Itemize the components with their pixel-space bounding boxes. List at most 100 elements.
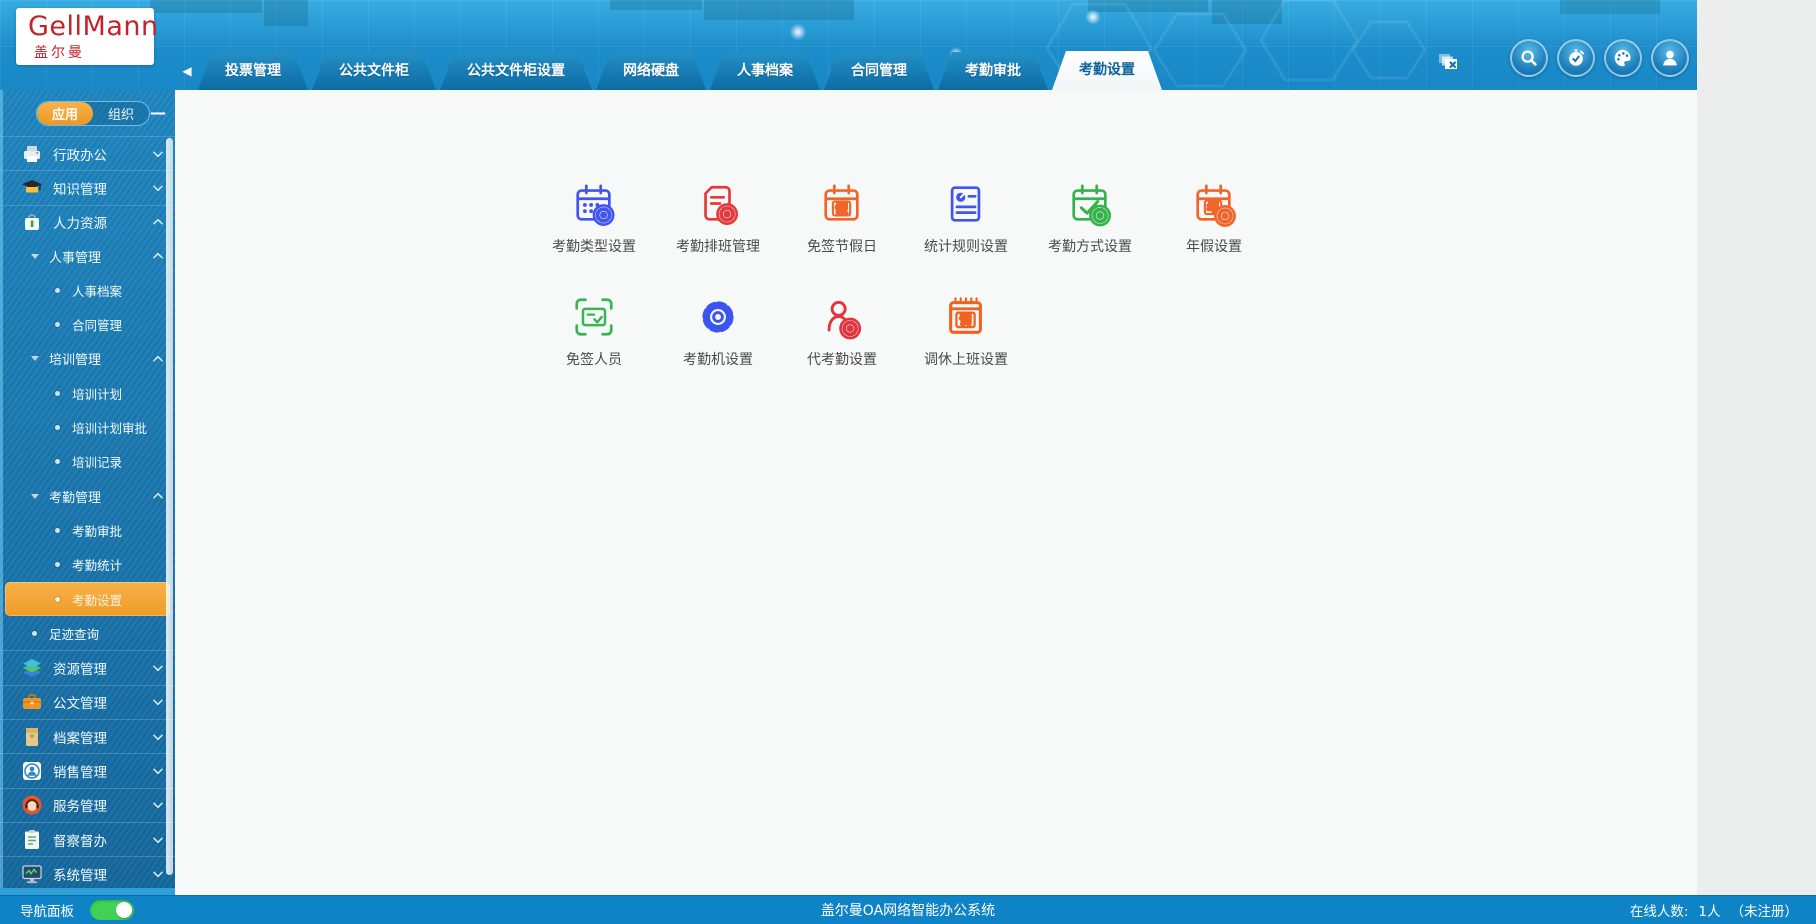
sidebar-item-2[interactable]: 知识管理 [0,170,175,204]
tab-4[interactable]: 网络硬盘 [596,52,706,90]
calendar-check-gear-icon [1067,181,1113,227]
sidebar-item-14[interactable]: 考勤设置 [5,581,170,617]
app-tile-2-4[interactable]: 调调休上班设置 [904,288,1028,388]
calendar-year-gear-icon: 年 [1191,181,1237,227]
chevron-down-icon [151,833,165,847]
sidebar-item-label: 培训记录 [72,455,123,471]
tabs-scroll-left-icon[interactable]: ◀ [176,52,198,90]
sidebar-item-16[interactable]: 资源管理 [0,650,175,684]
sidebar-item-19[interactable]: 销售管理 [0,753,175,787]
app-tile-1-4[interactable]: 统计规则设置 [904,175,1028,275]
sidebar-item-9[interactable]: 培训计划审批 [0,410,175,444]
header-decor [150,0,262,13]
headset-icon [20,793,44,817]
header-decor [610,0,702,10]
app-tile-2-2[interactable]: 考勤机设置 [656,288,780,388]
sidebar-item-label: 培训计划 [72,386,123,402]
chevron-down-icon [151,181,165,195]
sidebar-item-11[interactable]: 考勤管理 [0,479,175,513]
bullet-icon [55,287,60,293]
app-tile-1-5[interactable]: 考勤方式设置 [1028,175,1152,275]
tab-8[interactable]: 考勤设置 [1052,51,1162,90]
logo-subtitle: 盖尔曼 [34,45,85,61]
sidebar-item-22[interactable]: 系统管理 [0,856,175,890]
svg-text:调: 调 [960,313,971,327]
hr-bag-icon [20,210,44,234]
sidebar-item-1[interactable]: 行政办公 [0,136,175,170]
sidebar-item-6[interactable]: 合同管理 [0,307,175,341]
sidebar-item-8[interactable]: 培训计划 [0,376,175,410]
tab-6[interactable]: 合同管理 [824,52,934,90]
online-users-registration: （未注册） [1730,904,1799,920]
app-tile-label: 统计规则设置 [924,239,1008,255]
sales-person-icon [20,759,44,783]
calendar-gear-icon [571,181,617,227]
app-tile-1-1[interactable]: 考勤类型设置 [532,175,656,275]
app-tile-1-3[interactable]: 假免签节假日 [780,175,904,275]
app-tile-1-6[interactable]: 年年假设置 [1152,175,1276,275]
header-sparkle [788,22,808,42]
bullet-icon [55,390,60,396]
tab-7[interactable]: 考勤审批 [938,52,1048,90]
tab-5[interactable]: 人事档案 [710,52,820,90]
sidebar-item-10[interactable]: 培训记录 [0,445,175,479]
status-bar: 导航面板 盖尔曼OA网络智能办公系统 在线人数: 1人 （未注册） [0,895,1816,924]
tab-1[interactable]: 投票管理 [198,52,308,90]
sidebar-item-label: 人事档案 [72,283,123,299]
app-tile-label: 免签节假日 [807,239,877,255]
online-users-count: 1人 [1698,904,1721,920]
sidebar-item-18[interactable]: 档案管理 [0,719,175,753]
calendar-swap-icon: 调 [943,294,989,340]
sidebar-item-label: 督察督办 [53,833,107,850]
tab-3[interactable]: 公共文件柜设置 [440,52,592,90]
mode-segment: 应用 组织 [36,101,150,126]
app-tile-2-3[interactable]: 代考勤设置 [780,288,904,388]
app-tile-label: 考勤类型设置 [552,239,636,255]
nav-panel-toggle[interactable] [90,900,134,920]
tab-2[interactable]: 公共文件柜 [312,52,436,90]
sidebar-item-label: 资源管理 [53,662,107,679]
app-tile-row-2: 免签人员 考勤机设置 代考勤设置 调调休上班设置 [532,288,1028,388]
sidebar-item-20[interactable]: 服务管理 [0,787,175,822]
bullet-icon [32,630,37,636]
mode-org-button[interactable]: 组织 [93,102,149,125]
sidebar-item-21[interactable]: 督察督办 [0,821,175,856]
sidebar-item-17[interactable]: 公文管理 [0,684,175,719]
sidebar-scrollbar[interactable] [166,138,173,875]
theme-button[interactable] [1604,39,1642,77]
clipboard-icon [20,828,44,852]
chevron-down-icon [151,695,165,709]
timer-button[interactable] [1557,39,1595,77]
sidebar-item-13[interactable]: 考勤统计 [0,548,175,582]
app-tile-label: 考勤方式设置 [1048,239,1132,255]
doc-gear-icon [695,181,741,227]
sidebar-item-5[interactable]: 人事档案 [0,273,175,307]
search-icon [1518,47,1540,69]
app-tile-1-2[interactable]: 考勤排班管理 [656,175,780,275]
search-button[interactable] [1510,39,1548,77]
bullet-icon [55,322,60,328]
online-status: 在线人数: 1人 （未注册） [1630,900,1798,920]
user-button[interactable] [1651,39,1689,77]
sidebar-item-3[interactable]: 人力资源 [0,204,175,239]
sidebar-item-4[interactable]: 人事管理 [0,239,175,273]
mode-app-button[interactable]: 应用 [37,102,93,125]
app-tile-label: 考勤排班管理 [676,239,760,255]
scan-id-icon [571,294,617,340]
theme-icon [1612,47,1634,69]
system-title: 盖尔曼OA网络智能办公系统 [820,903,996,919]
sidebar-collapse-button[interactable]: — [148,99,168,125]
sidebar-item-label: 合同管理 [72,318,123,334]
chevron-down-icon [151,661,165,675]
chevron-up-icon [151,249,165,263]
layers-icon [20,656,44,680]
close-tabs-button[interactable] [1436,49,1464,77]
app-tile-2-1[interactable]: 免签人员 [532,288,656,388]
sidebar-item-12[interactable]: 考勤审批 [0,513,175,547]
sidebar-item-15[interactable]: 足迹查询 [0,616,175,650]
sidebar-menu: 行政办公 知识管理 人力资源 人事管理人事档案合同管理培训管理培训计划培训计划审批 培训… [0,136,175,891]
bullet-icon [55,459,60,465]
app-tile-label: 代考勤设置 [807,352,877,368]
sidebar-item-7[interactable]: 培训管理 [0,342,175,376]
sidebar-item-label: 培训计划审批 [72,421,148,437]
